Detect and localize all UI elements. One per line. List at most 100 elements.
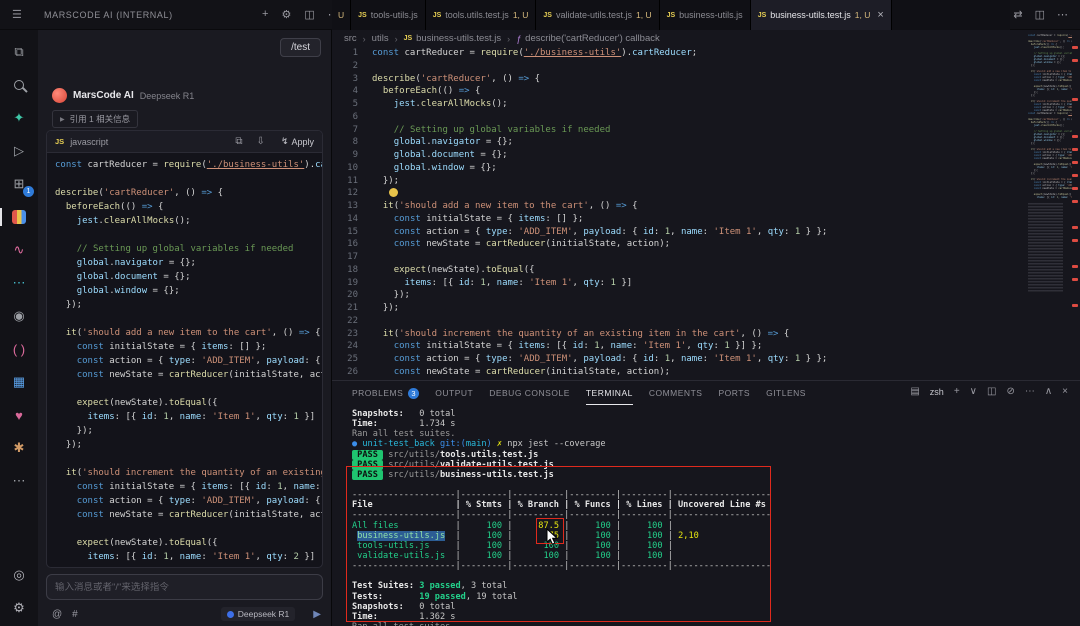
context-icon[interactable]: #	[72, 609, 78, 620]
terminal-shell-icon[interactable]: ▤	[910, 386, 919, 397]
panel-tab-debug-console[interactable]: DEBUG CONSOLE	[489, 381, 570, 405]
more-actions-icon[interactable]: ⋯	[1057, 8, 1068, 21]
line-number: 7	[332, 124, 372, 137]
marscode-chat-sidebar: /test MarsCode AI Deepseek R1 ▶ 引用 1 相关信…	[38, 30, 332, 626]
terminal-line: File | % Stmts | % Branch | % Funcs | % …	[352, 500, 1074, 510]
maximize-panel-icon[interactable]: ∧	[1045, 386, 1052, 397]
editor-tab-tools.utils.test.js[interactable]: JStools.utils.test.js1, U	[426, 0, 537, 30]
activity-search-icon[interactable]	[8, 75, 30, 95]
insert-icon[interactable]: ⇩	[257, 136, 265, 147]
code-line: 18 expect(newState).toEqual({	[332, 264, 1028, 277]
activity-more-icon[interactable]: ⋯	[8, 471, 30, 491]
line-number: 15	[332, 226, 372, 239]
line-number: 24	[332, 340, 372, 353]
menu-icon[interactable]: ☰	[12, 8, 22, 21]
editor-tab-business-utils.test.js[interactable]: JSbusiness-utils.test.js1, U×	[751, 0, 892, 30]
terminal[interactable]: Snapshots: 0 totalTime: 1.734 sRan all t…	[352, 409, 1074, 626]
panel-tab-comments[interactable]: COMMENTS	[649, 381, 703, 405]
tab-label: validate-utils.test.js	[556, 10, 632, 20]
chat-code-line: const action = { type: 'ADD_ITEM', paylo…	[55, 494, 314, 508]
new-terminal-icon[interactable]: +	[954, 386, 960, 397]
breadcrumb-separator: ›	[395, 34, 398, 44]
split-editor-icon[interactable]: ◫	[1035, 8, 1045, 21]
panel-tab-ports[interactable]: PORTS	[718, 381, 750, 405]
chat-code-line	[55, 172, 314, 186]
breadcrumb-item[interactable]: utils	[372, 33, 389, 44]
apply-button[interactable]: ↯Apply	[281, 136, 314, 147]
line-number: 13	[332, 200, 372, 213]
chat-code-line: items: [{ id: 1, name: 'Item 1', qty: 2 …	[55, 550, 314, 564]
chat-code-block: JS javascript ⧉ ⇩ ↯Apply const cartReduc…	[46, 130, 323, 568]
breadcrumb-item[interactable]: JSbusiness-utils.test.js	[404, 33, 502, 44]
terminal-line: --------------------|---------|---------…	[352, 490, 1074, 500]
activity-brackets-icon[interactable]: ( )	[8, 339, 30, 359]
code-line: 8 global.navigator = {};	[332, 136, 1028, 149]
activity-paw-icon[interactable]: ✱	[8, 438, 30, 458]
editor-tab-validate-utils.test.js[interactable]: JSvalidate-utils.test.js1, U	[536, 0, 659, 30]
activity-blocks-icon[interactable]: ▦	[8, 372, 30, 392]
editor-tab-tools-utils.js[interactable]: JStools-utils.js	[351, 0, 426, 30]
panel-tab-output[interactable]: OUTPUT	[435, 381, 473, 405]
sidebar-panel-title: MARSCODE AI (INTERNAL)	[44, 10, 173, 20]
activity-waves-icon[interactable]: ⋯	[8, 273, 30, 293]
terminal-line: Ran all test suites.	[352, 429, 1074, 439]
activity-run-debug-icon[interactable]: ▷	[8, 141, 30, 161]
editor-tab-business-utils.js[interactable]: JSbusiness-utils.js	[660, 0, 751, 30]
activity-ai-assistant-icon[interactable]: ✦	[8, 108, 30, 128]
code-line: 23 it('should increment the quantity of …	[332, 328, 1028, 341]
overview-ruler-mark	[1072, 148, 1078, 151]
gear-icon[interactable]: ⚙	[281, 8, 291, 21]
terminal-dropdown-icon[interactable]: ∨	[970, 386, 977, 397]
open-in-editor-icon[interactable]: ◫	[304, 8, 314, 21]
line-number: 12	[332, 187, 372, 200]
panel-tab-problems[interactable]: PROBLEMS3	[352, 381, 419, 405]
line-number: 23	[332, 328, 372, 341]
send-icon[interactable]: ▶	[313, 609, 321, 620]
model-selector[interactable]: Deepseek R1	[221, 607, 296, 621]
close-panel-icon[interactable]: ×	[1062, 386, 1068, 397]
activity-heart-icon[interactable]: ♥	[8, 405, 30, 425]
activity-marscode-icon[interactable]	[8, 207, 30, 227]
git-compare-icon[interactable]: ⇄	[1013, 8, 1022, 21]
editor-tab-partial[interactable]: U	[332, 0, 351, 30]
chat-input-box	[46, 574, 323, 600]
copy-icon[interactable]: ⧉	[235, 136, 242, 147]
breadcrumb-item[interactable]: src	[344, 33, 357, 44]
code-line: 16 const newState = cartReducer(initialS…	[332, 238, 1028, 251]
overview-ruler-mark	[1072, 46, 1078, 49]
kill-terminal-icon[interactable]: ⊘	[1006, 386, 1014, 397]
breadcrumb-item[interactable]: ƒdescribe('cartReducer') callback	[516, 33, 660, 44]
activity-account-icon[interactable]: ◎	[8, 565, 30, 585]
panel-tab-gitlens[interactable]: GITLENS	[766, 381, 806, 405]
activity-metrics-icon[interactable]: ∿	[8, 240, 30, 260]
chat-input[interactable]	[55, 582, 314, 593]
mention-icon[interactable]: @	[52, 609, 62, 620]
activity-run-circle-icon[interactable]: ◉	[8, 306, 30, 326]
code-editor[interactable]: 1const cartReducer = require('./business…	[332, 47, 1028, 380]
chat-code-line: const action = { type: 'ADD_ITEM', paylo…	[55, 354, 314, 368]
app-window: ☰ MARSCODE AI (INTERNAL) + ⚙ ◫ ⋯ UJStools-u…	[0, 0, 1080, 626]
line-number: 22	[332, 315, 372, 328]
chat-code-line: global.navigator = {};	[55, 256, 314, 270]
panel-tab-terminal[interactable]: TERMINAL	[586, 381, 633, 405]
code-line: 1const cartReducer = require('./business…	[332, 47, 1028, 60]
activity-extensions-icon[interactable]: ⊞1	[8, 174, 30, 194]
problems-badge: 3	[408, 388, 419, 399]
code-line: 17	[332, 251, 1028, 264]
reference-toggle[interactable]: ▶ 引用 1 相关信息	[52, 110, 138, 128]
code-line: 21 });	[332, 302, 1028, 315]
apply-label: Apply	[291, 137, 314, 147]
line-number: 4	[332, 85, 372, 98]
terminal-shell-name[interactable]: zsh	[930, 387, 944, 397]
activity-settings-icon[interactable]: ⚙	[8, 598, 30, 618]
activity-files-icon[interactable]: ⧉	[8, 42, 30, 62]
code-line: 19 items: [{ id: 1, name: 'Item 1', qty:…	[332, 277, 1028, 290]
split-terminal-icon[interactable]: ◫	[987, 386, 996, 397]
overview-ruler-mark	[1072, 187, 1078, 190]
tab-close-icon[interactable]: ×	[877, 9, 883, 21]
minimap[interactable]: const cartReducer = require('./business-…	[1028, 34, 1072, 334]
code-line: 5 jest.clearAllMocks();	[332, 98, 1028, 111]
new-chat-icon[interactable]: +	[262, 8, 268, 21]
lightbulb-icon[interactable]	[389, 188, 398, 197]
more-actions-icon[interactable]: ⋯	[1025, 386, 1035, 397]
